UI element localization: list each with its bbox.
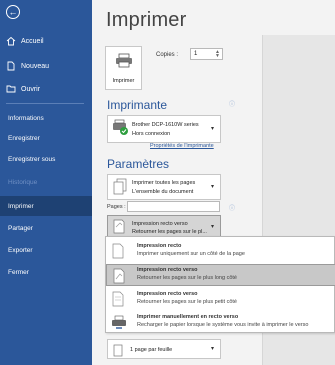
back-arrow-icon[interactable]: ←	[6, 5, 20, 19]
printer-icon	[115, 53, 133, 73]
chevron-down-icon: ▾	[210, 346, 214, 352]
sidebar-item-fermer[interactable]: Fermer	[0, 262, 92, 282]
single-side-icon	[111, 243, 125, 264]
sidebar-item-partager[interactable]: Partager	[0, 218, 92, 238]
menu-item-title: Impression recto verso	[137, 291, 198, 297]
sidebar-item-label: Nouveau	[21, 62, 50, 70]
print-button-label: Imprimer	[112, 78, 135, 84]
folder-icon	[6, 84, 16, 94]
pages-per-sheet-dropdown[interactable]: 1 page par feuille ▾	[107, 339, 221, 359]
menu-item-title: Impression recto verso	[137, 267, 198, 273]
pages-setting-title: Imprimer toutes les pages	[132, 180, 196, 186]
sidebar-item-enregistrer[interactable]: Enregistrer	[0, 128, 92, 148]
sidebar-item-accueil[interactable]: Accueil	[0, 31, 92, 51]
copies-label: Copies :	[156, 52, 179, 58]
menu-item-recto-verso-long[interactable]: Impression recto verso Retourner les pag…	[106, 264, 335, 286]
page-title: Imprimer	[106, 9, 187, 31]
pages-setting-desc: L'ensemble du document	[132, 189, 194, 195]
duplex-setting-desc: Retourner les pages sur le pl...	[132, 229, 207, 235]
menu-item-manual-duplex[interactable]: Imprimer manuellement en recto verso Rec…	[106, 311, 335, 333]
flip-long-edge-icon	[112, 268, 126, 289]
chevron-down-icon: ▾	[210, 126, 214, 132]
spinner-arrows-icon[interactable]: ▲ ▼	[215, 50, 220, 59]
flip-short-edge-icon	[111, 291, 125, 312]
info-icon[interactable]: ⓘ	[229, 99, 235, 108]
copies-value: 1	[194, 51, 198, 57]
sidebar-item-exporter[interactable]: Exporter	[0, 240, 92, 260]
printer-status-icon	[112, 119, 130, 142]
printer-name: Brother DCP-1610W series	[132, 122, 199, 128]
duplex-options-menu: Impression recto Imprimer uniquement sur…	[105, 236, 335, 333]
pages-range-dropdown[interactable]: Imprimer toutes les pages L'ensemble du …	[107, 174, 221, 200]
menu-item-recto[interactable]: Impression recto Imprimer uniquement sur…	[106, 240, 335, 262]
page-icon	[112, 344, 124, 362]
menu-item-title: Imprimer manuellement en recto verso	[137, 314, 239, 320]
copies-stepper[interactable]: 1 ▲ ▼	[190, 48, 223, 60]
printer-dropdown[interactable]: Brother DCP-1610W series Hors connexion …	[107, 115, 221, 143]
menu-item-title: Impression recto	[137, 243, 182, 249]
per-sheet-label: 1 page par feuille	[130, 347, 173, 353]
sidebar-item-nouveau[interactable]: Nouveau	[0, 56, 92, 76]
printer-section-title: Imprimante	[107, 98, 168, 112]
sidebar-divider	[6, 103, 84, 104]
chevron-down-icon: ▾	[210, 184, 214, 190]
printer-status: Hors connexion	[132, 131, 171, 137]
settings-section-title: Paramètres	[107, 157, 170, 171]
backstage-sidebar: ← Accueil Nouveau Ouvrir Informations En…	[0, 0, 92, 365]
printer-properties-link[interactable]: Propriétés de l'imprimante	[150, 143, 214, 149]
sidebar-item-label: Ouvrir	[21, 85, 41, 93]
pages-label: Pages :	[107, 204, 126, 210]
menu-item-desc: Retourner les pages sur le plus long côt…	[137, 275, 237, 281]
sidebar-item-imprimer[interactable]: Imprimer	[0, 196, 92, 216]
sidebar-item-informations[interactable]: Informations	[0, 108, 92, 128]
home-icon	[6, 36, 16, 46]
duplex-setting-title: Impression recto verso	[132, 221, 188, 227]
manual-duplex-icon	[111, 314, 127, 335]
document-pages-icon	[112, 178, 128, 201]
sidebar-item-label: Accueil	[21, 37, 44, 45]
info-icon[interactable]: ⓘ	[229, 203, 235, 212]
sidebar-item-ouvrir[interactable]: Ouvrir	[0, 79, 92, 99]
chevron-down-icon: ▾	[210, 224, 214, 230]
pages-input[interactable]	[127, 201, 220, 212]
menu-item-desc: Imprimer uniquement sur un côté de la pa…	[137, 251, 245, 257]
menu-item-desc: Recharger le papier lorsque le système v…	[137, 322, 309, 328]
new-document-icon	[6, 61, 16, 71]
sidebar-item-enregistrer-sous[interactable]: Enregistrer sous	[0, 149, 92, 169]
print-button[interactable]: Imprimer	[105, 46, 142, 90]
sidebar-item-historique: Historique	[8, 178, 38, 186]
menu-item-recto-verso-short[interactable]: Impression recto verso Retourner les pag…	[106, 288, 335, 310]
menu-item-desc: Retourner les pages sur le plus petit cô…	[137, 299, 237, 305]
